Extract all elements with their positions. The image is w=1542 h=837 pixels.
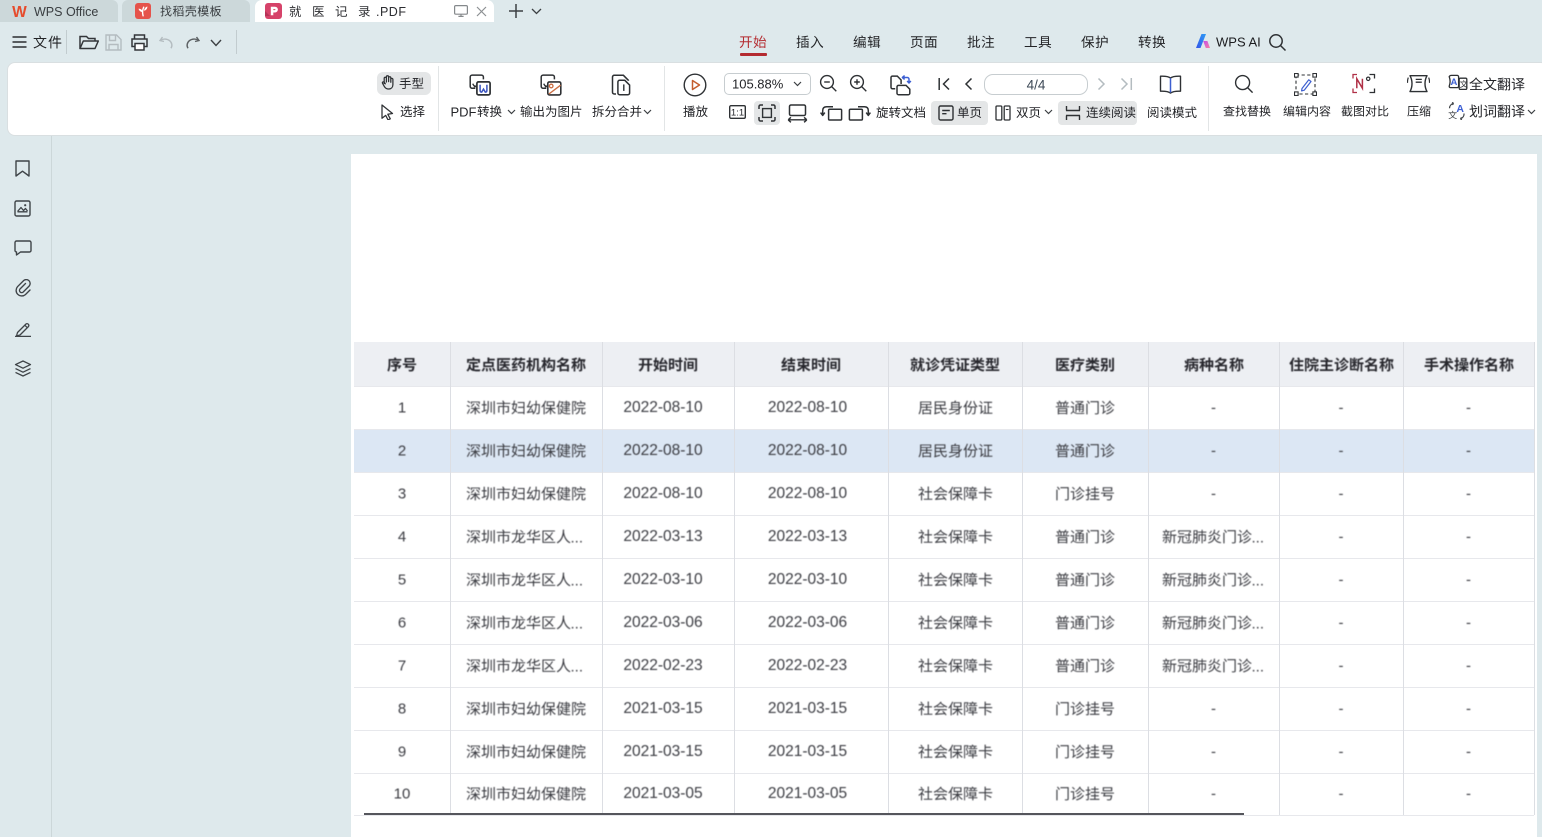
- svg-text:A: A: [1450, 77, 1457, 88]
- svg-text:W: W: [12, 4, 27, 18]
- svg-text:1:1: 1:1: [731, 108, 744, 119]
- svg-text:A: A: [1456, 103, 1464, 115]
